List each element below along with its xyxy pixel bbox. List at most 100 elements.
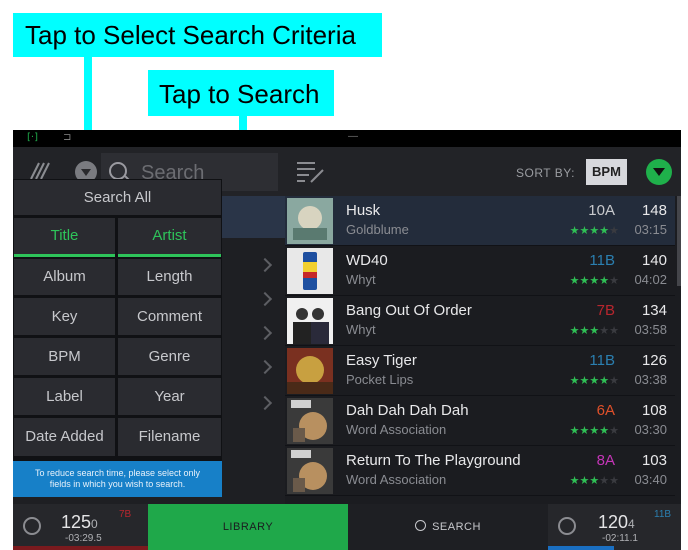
library-button[interactable]: LIBRARY — [148, 504, 348, 550]
track-artist: Word Association — [346, 422, 447, 437]
track-key: 11B — [589, 252, 615, 269]
callout-select-criteria: Tap to Select Search Criteria — [13, 13, 382, 57]
deck-left-info[interactable]: 1250 -03:29.5 7B — [13, 504, 148, 550]
usb-icon: ⊐ — [63, 132, 72, 143]
track-bpm: 140 — [641, 252, 667, 269]
track-key: 8A — [596, 452, 615, 469]
track-rating: ★★★★★ — [569, 424, 619, 437]
criteria-date-added[interactable]: Date Added — [14, 418, 115, 456]
sort-order-toggle[interactable] — [646, 159, 672, 185]
track-artist: Goldblume — [346, 222, 409, 237]
sync-icon[interactable] — [23, 517, 41, 535]
sort-by-label: SORT BY: — [516, 166, 575, 180]
status-divider: — — [348, 131, 358, 142]
selected-indicator — [118, 254, 221, 257]
criteria-artist[interactable]: Artist — [118, 218, 221, 254]
chevron-right-icon[interactable] — [257, 359, 273, 375]
criteria-filename[interactable]: Filename — [118, 418, 221, 456]
device-screen: [·] ⊐ — Search SORT BY: BPM Husk Goldblu… — [13, 130, 681, 550]
track-artist: Word Association — [346, 472, 447, 487]
callout-tap-to-search: Tap to Search — [148, 70, 334, 116]
track-rating: ★★★★★ — [569, 224, 619, 237]
search-tip-note: To reduce search time, please select onl… — [13, 461, 222, 497]
selected-indicator — [14, 254, 115, 257]
album-art — [287, 398, 333, 444]
status-bar: [·] ⊐ — — [13, 130, 681, 147]
edit-list-icon[interactable] — [295, 159, 327, 185]
album-art — [287, 198, 333, 244]
track-row[interactable]: Dah Dah Dah Dah Word Association 6A ★★★★… — [285, 396, 675, 446]
search-tip-line1: To reduce search time, please select onl… — [34, 468, 201, 478]
deck-link-icon: [·] — [27, 132, 38, 143]
album-art — [287, 348, 333, 394]
criteria-key[interactable]: Key — [14, 298, 115, 335]
deck-right-info[interactable]: 1204 -02:11.1 11B — [548, 504, 681, 550]
track-rating: ★★★★★ — [569, 474, 619, 487]
track-rating: ★★★★★ — [569, 324, 619, 337]
track-bpm: 148 — [641, 202, 667, 219]
search-icon — [109, 162, 127, 180]
deck-left-time: -03:29.5 — [65, 533, 102, 544]
criteria-year[interactable]: Year — [118, 378, 221, 415]
criteria-bpm[interactable]: BPM — [14, 338, 115, 375]
track-row[interactable]: Bang Out Of Order Whyt 7B ★★★★★ 134 03:5… — [285, 296, 675, 346]
track-bpm: 126 — [641, 352, 667, 369]
deck-right-progress — [548, 546, 614, 550]
album-art — [287, 298, 333, 344]
track-time: 03:40 — [634, 472, 667, 487]
criteria-length[interactable]: Length — [118, 259, 221, 295]
criteria-comment[interactable]: Comment — [118, 298, 221, 335]
search-button-label: SEARCH — [432, 521, 481, 533]
chevron-right-icon[interactable] — [257, 395, 273, 411]
track-rating: ★★★★★ — [569, 274, 619, 287]
bottom-bar: 1250 -03:29.5 7B LIBRARY SEARCH 1204 -02… — [13, 504, 681, 550]
album-art — [287, 448, 333, 494]
track-bpm: 108 — [641, 402, 667, 419]
chevron-right-icon[interactable] — [257, 257, 273, 273]
track-artist: Whyt — [346, 322, 376, 337]
track-title: Dah Dah Dah Dah — [346, 402, 469, 419]
track-row[interactable]: Easy Tiger Pocket Lips 11B ★★★★★ 126 03:… — [285, 346, 675, 396]
chevron-right-icon[interactable] — [257, 291, 273, 307]
search-button[interactable]: SEARCH — [348, 504, 548, 550]
track-title: Easy Tiger — [346, 352, 417, 369]
chevron-right-icon[interactable] — [257, 325, 273, 341]
track-time: 03:15 — [634, 222, 667, 237]
deck-left-key: 7B — [119, 509, 132, 520]
track-key: 7B — [596, 302, 615, 319]
tracklist-scrollbar[interactable] — [677, 196, 681, 286]
search-icon — [415, 520, 427, 531]
track-title: WD40 — [346, 252, 388, 269]
track-bpm: 134 — [641, 302, 667, 319]
search-all-button[interactable]: Search All — [14, 180, 221, 215]
track-row[interactable]: WD40 Whyt 11B ★★★★★ 140 04:02 — [285, 246, 675, 296]
track-key: 6A — [596, 402, 615, 419]
criteria-genre[interactable]: Genre — [118, 338, 221, 375]
search-criteria-popup: Search All Title Artist Album Length Key… — [13, 179, 222, 497]
track-bpm: 103 — [641, 452, 667, 469]
track-title: Return To The Playground — [346, 452, 521, 469]
deck-left-progress — [13, 546, 148, 550]
track-rating: ★★★★★ — [569, 374, 619, 387]
track-artist: Whyt — [346, 272, 376, 287]
criteria-album[interactable]: Album — [14, 259, 115, 295]
track-time: 03:30 — [634, 422, 667, 437]
track-time: 03:38 — [634, 372, 667, 387]
deck-left-bpm: 1250 — [61, 512, 98, 532]
track-row[interactable]: Return To The Playground Word Associatio… — [285, 446, 675, 496]
track-title: Bang Out Of Order — [346, 302, 472, 319]
sync-icon[interactable] — [558, 517, 576, 535]
search-tip-line2: fields in which you wish to search. — [49, 479, 186, 489]
track-list: Husk Goldblume 10A ★★★★★ 148 03:15 WD40 … — [285, 196, 681, 504]
track-time: 04:02 — [634, 272, 667, 287]
deck-right-time: -02:11.1 — [602, 533, 638, 544]
album-art — [287, 248, 333, 294]
track-key: 11B — [589, 352, 615, 369]
deck-right-key: 11B — [654, 509, 672, 520]
criteria-title[interactable]: Title — [14, 218, 115, 254]
deck-right-bpm: 1204 — [598, 512, 635, 532]
sort-by-button[interactable]: BPM — [586, 159, 627, 185]
track-row[interactable]: Husk Goldblume 10A ★★★★★ 148 03:15 — [285, 196, 675, 246]
track-time: 03:58 — [634, 322, 667, 337]
criteria-label[interactable]: Label — [14, 378, 115, 415]
